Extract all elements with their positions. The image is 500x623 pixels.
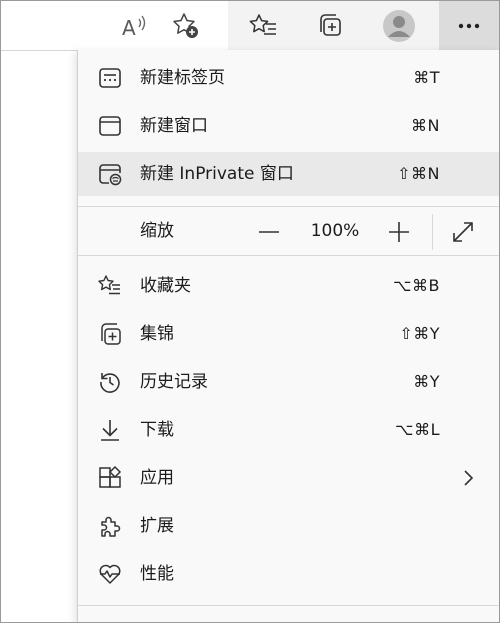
- menu-item-history[interactable]: 历史记录 ⌘Y: [78, 360, 499, 404]
- apps-icon: [98, 466, 122, 490]
- shortcut: ⌘Y: [413, 372, 440, 391]
- new-tab-icon: [98, 66, 122, 90]
- menu-divider: [78, 255, 499, 256]
- collections-icon[interactable]: [311, 7, 349, 45]
- shortcut: ⌘N: [411, 116, 440, 135]
- menu-item-favorites[interactable]: 收藏夹 ⌥⌘B: [78, 264, 499, 308]
- menu-item-new-window[interactable]: 新建窗口 ⌘N: [78, 104, 499, 148]
- shortcut: ⌥⌘L: [395, 420, 440, 439]
- history-icon: [98, 370, 122, 394]
- zoom-in-button[interactable]: [384, 217, 414, 247]
- performance-icon: [98, 562, 122, 586]
- menu-item-label: 新建窗口: [140, 116, 208, 136]
- more-icon[interactable]: [439, 1, 499, 50]
- menu-item-extensions[interactable]: 扩展: [78, 504, 499, 548]
- favorites-icon: [98, 274, 122, 298]
- zoom-divider: [432, 214, 433, 250]
- settings-menu: 新建标签页 ⌘T 新建窗口 ⌘N 新建 InPrivate 窗口 ⇧⌘N 缩放 …: [77, 50, 499, 622]
- menu-item-downloads[interactable]: 下载 ⌥⌘L: [78, 408, 499, 452]
- menu-item-collections[interactable]: 集锦 ⇧⌘Y: [78, 312, 499, 356]
- add-favorite-icon[interactable]: [167, 7, 205, 45]
- favorites-icon[interactable]: [245, 7, 283, 45]
- menu-divider: [78, 605, 499, 606]
- menu-item-label: 新建 InPrivate 窗口: [140, 164, 294, 184]
- menu-item-apps[interactable]: 应用: [78, 456, 499, 500]
- menu-item-label: 集锦: [140, 324, 174, 344]
- menu-item-label: 历史记录: [140, 372, 208, 392]
- browser-window: A 新建标签页 ⌘T 新建窗口 ⌘N 新建 InPrivate 窗口 ⇧⌘N 缩…: [0, 0, 500, 623]
- zoom-label: 缩放: [140, 221, 174, 241]
- collections-icon: [98, 322, 122, 346]
- read-aloud-icon[interactable]: A: [116, 7, 154, 45]
- fullscreen-icon[interactable]: [446, 217, 480, 247]
- menu-item-label: 收藏夹: [140, 276, 191, 296]
- extensions-icon: [98, 514, 122, 538]
- chevron-right-icon: [458, 468, 478, 488]
- menu-item-performance[interactable]: 性能: [78, 552, 499, 596]
- browser-toolbar: A: [1, 1, 499, 50]
- menu-item-label: 扩展: [140, 516, 174, 536]
- page-content: [1, 50, 77, 622]
- new-window-icon: [98, 114, 122, 138]
- zoom-row: 缩放 100%: [78, 208, 499, 255]
- menu-item-label: 新建标签页: [140, 68, 225, 88]
- shortcut: ⌥⌘B: [393, 276, 440, 295]
- shortcut: ⇧⌘Y: [399, 324, 440, 343]
- menu-item-new-tab[interactable]: 新建标签页 ⌘T: [78, 56, 499, 100]
- shortcut: ⌘T: [413, 68, 440, 87]
- shortcut: ⇧⌘N: [397, 164, 440, 183]
- menu-item-label: 性能: [140, 564, 174, 584]
- menu-item-label: 下载: [140, 420, 174, 440]
- svg-text:A: A: [122, 16, 136, 39]
- zoom-level: 100%: [310, 221, 360, 241]
- download-icon: [98, 418, 122, 442]
- profile-icon[interactable]: [380, 7, 418, 45]
- menu-item-new-inprivate-window[interactable]: 新建 InPrivate 窗口 ⇧⌘N: [78, 152, 499, 196]
- menu-item-label: 应用: [140, 468, 174, 488]
- menu-divider: [78, 206, 499, 207]
- inprivate-window-icon: [98, 162, 122, 186]
- zoom-out-button[interactable]: [254, 217, 284, 247]
